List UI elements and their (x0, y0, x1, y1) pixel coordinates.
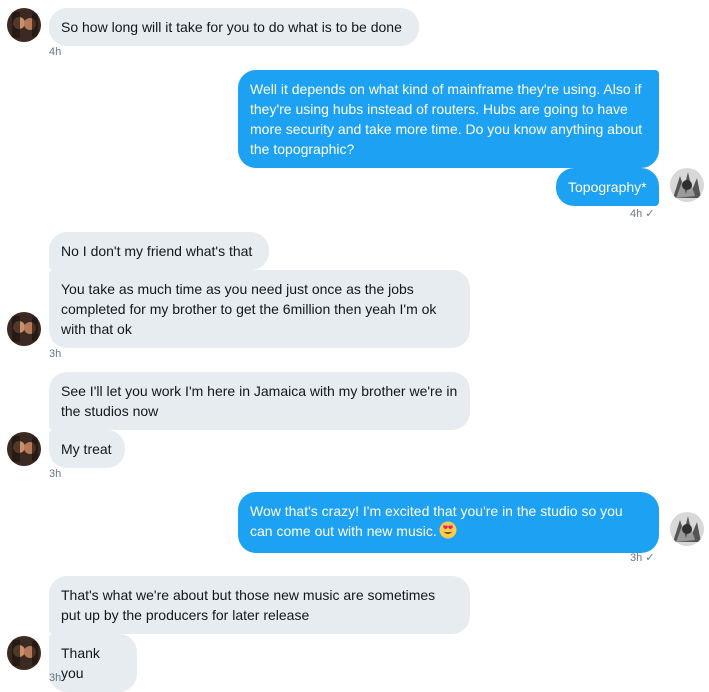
heart-eyes-emoji-icon (439, 521, 457, 544)
message-incoming[interactable]: No I don't my friend what's that (49, 232, 269, 270)
message-timestamp: 3h (49, 468, 62, 480)
message-timestamp: 4h ✓ (630, 208, 655, 220)
message-outgoing[interactable]: Wow that's crazy! I'm excited that you'r… (238, 492, 659, 553)
contact-avatar[interactable] (7, 636, 41, 670)
message-timestamp: 4h (49, 46, 62, 58)
contact-avatar[interactable] (7, 432, 41, 466)
contact-avatar[interactable] (7, 312, 41, 346)
read-check-icon: ✓ (645, 552, 655, 564)
message-incoming[interactable]: See I'll let you work I'm here in Jamaic… (49, 372, 470, 430)
message-outgoing[interactable]: Topography* (556, 168, 659, 206)
message-timestamp: 3h ✓ (630, 552, 655, 564)
message-incoming[interactable]: Thank you (49, 634, 137, 692)
user-avatar[interactable] (670, 168, 704, 202)
contact-avatar[interactable] (7, 8, 41, 42)
message-timestamp: 3h (49, 348, 62, 360)
user-avatar[interactable] (670, 512, 704, 546)
message-incoming[interactable]: That's what we're about but those new mu… (49, 576, 470, 634)
read-check-icon: ✓ (645, 208, 655, 220)
message-outgoing[interactable]: Well it depends on what kind of mainfram… (238, 70, 659, 168)
message-timestamp: 3h (49, 672, 62, 684)
message-text: Wow that's crazy! I'm excited that you'r… (250, 503, 623, 539)
message-incoming[interactable]: So how long will it take for you to do w… (49, 8, 419, 46)
message-incoming[interactable]: My treat (49, 430, 125, 468)
message-incoming[interactable]: You take as much time as you need just o… (49, 270, 470, 348)
